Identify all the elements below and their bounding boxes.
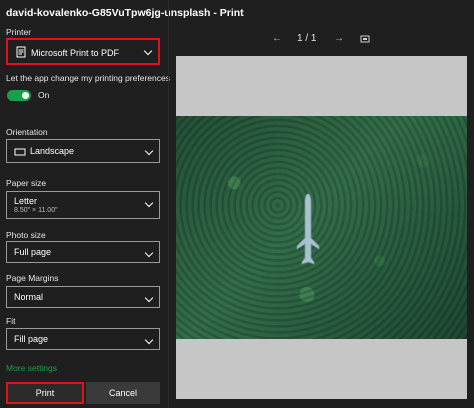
more-settings-link[interactable]: More settings [6, 363, 57, 373]
preferences-toggle[interactable] [7, 90, 31, 101]
printer-icon [16, 46, 26, 58]
margins-label: Page Margins [6, 273, 59, 283]
chevron-down-icon [143, 46, 153, 56]
forest-plane-image [176, 116, 467, 339]
landscape-icon [14, 148, 26, 156]
printer-label: Printer [6, 27, 32, 37]
airplane-shape [296, 193, 320, 265]
orientation-select[interactable]: Landscape [6, 139, 160, 163]
print-settings-panel: Printer Microsoft Print to PDF Let the a… [0, 0, 170, 408]
margins-select[interactable]: Normal [6, 286, 160, 308]
printer-value: Microsoft Print to PDF [31, 48, 120, 58]
previous-page-icon[interactable]: ← [272, 33, 282, 44]
cancel-button[interactable]: Cancel [86, 382, 160, 404]
toggle-state: On [38, 90, 50, 100]
next-page-icon[interactable]: → [334, 33, 344, 44]
change-pref-label: Let the app change my printing preferenc… [6, 73, 170, 83]
print-preview-page [176, 56, 467, 399]
photo-size-label: Photo size [6, 230, 46, 240]
printer-select[interactable]: Microsoft Print to PDF [6, 38, 160, 65]
panel-divider [168, 0, 169, 408]
print-button[interactable]: Print [6, 382, 84, 404]
photo-size-select[interactable]: Full page [6, 241, 160, 263]
orientation-value: Landscape [30, 146, 75, 156]
paper-size-detail: 8.50" × 11.00" [14, 207, 58, 214]
chevron-down-icon [144, 248, 154, 258]
fit-select[interactable]: Fill page [6, 328, 160, 350]
margins-value: Normal [14, 292, 44, 302]
fit-value: Fill page [14, 334, 49, 344]
chevron-down-icon [144, 146, 154, 156]
paper-size-value: Letter [14, 196, 38, 206]
photo-size-value: Full page [14, 247, 52, 257]
fit-label: Fit [6, 316, 16, 326]
orientation-label: Orientation [6, 127, 48, 137]
chevron-down-icon [144, 198, 154, 208]
paper-size-select[interactable]: Letter 8.50" × 11.00" [6, 191, 160, 219]
paper-size-label: Paper size [6, 178, 47, 188]
toggle-knob [22, 92, 29, 99]
chevron-down-icon [144, 293, 154, 303]
page-indicator: 1 / 1 [297, 33, 317, 44]
fit-to-window-icon[interactable] [360, 34, 370, 47]
chevron-down-icon [144, 335, 154, 345]
